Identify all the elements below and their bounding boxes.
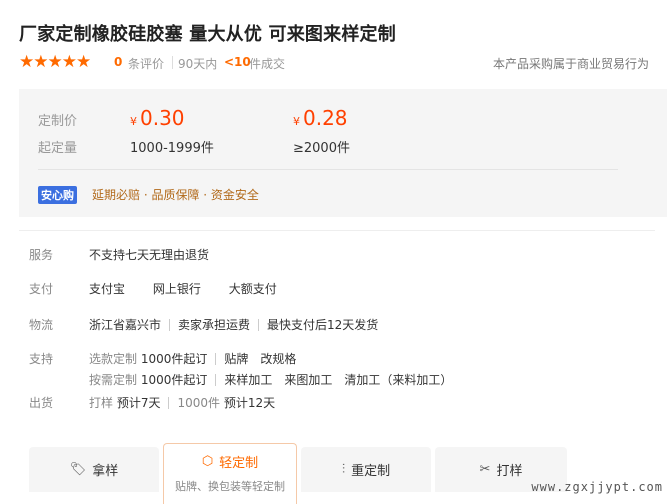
price-panel: 定制价 起定量 ¥0.30 1000-1999件 ¥0.28 ≥2000件 安心… <box>19 89 667 217</box>
support-moq: 1000件起订 <box>140 352 208 366</box>
support-label: 支持 <box>29 352 54 366</box>
review-count[interactable]: 0 <box>114 55 122 69</box>
shipping-sample-time: 预计7天 <box>116 396 161 410</box>
tab-label: 拿样 <box>92 464 119 479</box>
service-label: 服务 <box>29 248 54 262</box>
tab-sublabel: 贴牌、换包装等轻定制 <box>175 480 285 493</box>
star-icon: ★ <box>61 52 77 72</box>
qty-label: 起定量 <box>38 141 78 156</box>
watermark: www.zgxjjypt.com <box>531 480 663 494</box>
product-title: 厂家定制橡胶硅胶塞 量大从优 可来图来样定制 <box>19 24 396 45</box>
sales-count: <10 <box>224 55 251 69</box>
payment-methods: 支付宝 网上银行 大额支付 <box>89 280 277 297</box>
payment-alipay: 支付宝 <box>89 282 126 296</box>
sliders-icon: ⫶ <box>341 462 346 477</box>
tab-label: 轻定制 <box>219 456 259 471</box>
support-moq: 1000件起订 <box>140 373 208 387</box>
assurance-text[interactable]: 延期必赔 · 品质保障 · 资金安全 <box>92 186 259 203</box>
tab-sample[interactable]: 🏷 拿样 <box>29 447 159 492</box>
rating-stars: ★★★★★ <box>19 52 91 72</box>
sales-label: 件成交 <box>249 57 286 71</box>
price-label: 定制价 <box>38 114 78 129</box>
support-type: 选款定制 <box>89 352 138 366</box>
price-tier-2: ¥0.28 <box>293 106 348 130</box>
qty-tier-2: ≥2000件 <box>293 141 350 156</box>
support-row-1: 选款定制 1000件起订 贴牌 改规格 <box>89 350 296 367</box>
shipping-bulk-time: 预计12天 <box>223 396 276 410</box>
assurance-badge[interactable]: 安心购 <box>38 186 77 204</box>
box-icon: ⬡ <box>201 454 214 469</box>
shipping-bulk: 1000件 <box>177 396 221 410</box>
payment-online-bank: 网上银行 <box>152 282 201 296</box>
customization-tabs: 🏷 拿样 ⬡ 轻定制 贴牌、换包装等轻定制 ⫶ 重定制 ✂ 打样 <box>29 443 567 504</box>
qty-tier-1: 1000-1999件 <box>130 141 214 156</box>
tab-label: 打样 <box>496 464 523 479</box>
logistics-label: 物流 <box>29 318 54 332</box>
shipping-label: 出货 <box>29 396 54 410</box>
support-item: 来样加工 <box>224 373 273 387</box>
review-label[interactable]: 条评价 <box>128 55 164 72</box>
tools-icon: ✂ <box>479 462 491 477</box>
star-icon: ★ <box>76 52 91 72</box>
payment-large: 大额支付 <box>228 282 277 296</box>
sales-period: 90天内 <box>178 57 218 71</box>
support-row-2: 按需定制 1000件起订 来样加工 来图加工 清加工（来料加工） <box>89 371 452 388</box>
support-item: 改规格 <box>260 352 297 366</box>
ship-origin: 浙江省嘉兴市 <box>89 318 162 332</box>
sample-icon: 🏷 <box>69 462 87 477</box>
service-value: 不支持七天无理由退货 <box>89 248 210 262</box>
star-icon: ★ <box>19 52 34 72</box>
tab-light-custom[interactable]: ⬡ 轻定制 贴牌、换包装等轻定制 <box>163 443 297 504</box>
shipping-fee: 卖家承担运费 <box>178 318 251 332</box>
shipping-info: 打样 预计7天 1000件 预计12天 <box>89 394 275 411</box>
star-icon: ★ <box>47 52 63 72</box>
trade-note: 本产品采购属于商业贸易行为 <box>492 57 649 71</box>
divider <box>38 169 618 170</box>
tab-label: 重定制 <box>351 464 391 479</box>
logistics-info: 浙江省嘉兴市 卖家承担运费 最快支付后12天发货 <box>89 316 378 333</box>
star-icon: ★ <box>33 52 48 72</box>
tab-heavy-custom[interactable]: ⫶ 重定制 <box>301 447 431 492</box>
shipping-sample: 打样 <box>89 396 114 410</box>
divider <box>172 56 173 69</box>
price-tier-1: ¥0.30 <box>130 106 185 130</box>
rating-row: ★★★★★ 0 条评价 90天内 <10 件成交 本产品采购属于商业贸易行为 <box>19 52 659 72</box>
ship-time: 最快支付后12天发货 <box>267 318 379 332</box>
support-type: 按需定制 <box>89 373 138 387</box>
support-item: 来图加工 <box>284 373 333 387</box>
divider <box>19 230 655 231</box>
payment-label: 支付 <box>29 282 54 296</box>
support-item: 清加工（来料加工） <box>344 373 453 387</box>
support-item: 贴牌 <box>224 352 249 366</box>
